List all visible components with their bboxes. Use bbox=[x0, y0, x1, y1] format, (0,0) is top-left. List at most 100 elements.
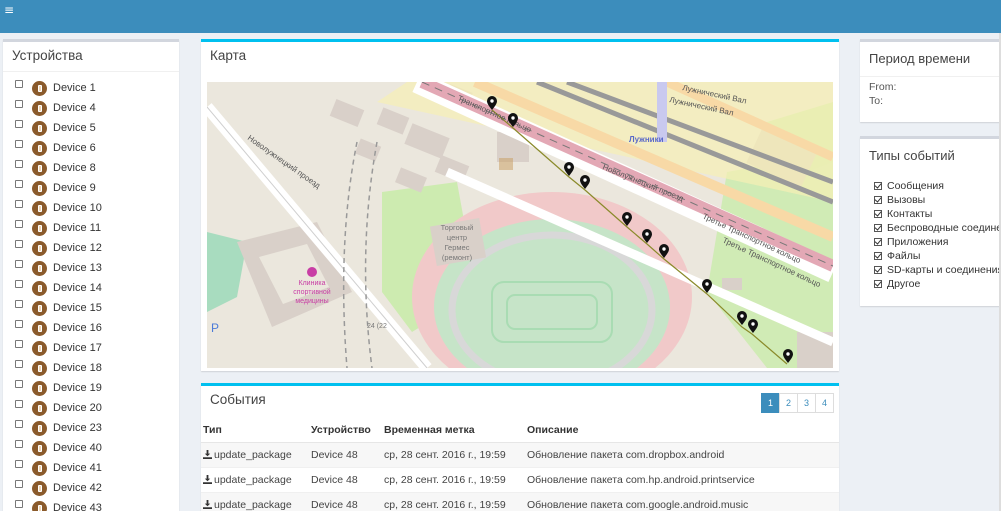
cell-description: Обновление пакета com.google.android.mus… bbox=[525, 492, 839, 511]
device-checkbox[interactable] bbox=[15, 340, 23, 348]
device-item[interactable]: Device 14 bbox=[13, 278, 179, 298]
device-checkbox[interactable] bbox=[15, 200, 23, 208]
checked-checkbox-icon[interactable] bbox=[874, 266, 882, 274]
event-type-item[interactable]: Приложения bbox=[874, 235, 1001, 249]
phone-icon bbox=[32, 160, 47, 176]
device-checkbox[interactable] bbox=[15, 420, 23, 428]
event-type-item[interactable]: Контакты bbox=[874, 207, 1001, 221]
phone-icon bbox=[32, 300, 47, 316]
page-button-2[interactable]: 2 bbox=[779, 393, 798, 413]
device-checkbox[interactable] bbox=[15, 500, 23, 508]
map-view[interactable]: Транспортное кольцо Лужнический Вал Лужн… bbox=[207, 82, 833, 368]
checked-checkbox-icon[interactable] bbox=[874, 224, 882, 232]
event-type-item[interactable]: Беспроводные соединения bbox=[874, 221, 1001, 235]
phone-icon bbox=[32, 500, 47, 511]
page-button-3[interactable]: 3 bbox=[797, 393, 816, 413]
col-type[interactable]: Тип bbox=[201, 419, 309, 443]
map-canvas[interactable]: Транспортное кольцо Лужнический Вал Лужн… bbox=[207, 82, 833, 368]
phone-icon bbox=[32, 260, 47, 276]
device-list: Device 1 Device 4 Device 5 Device 6 Device 8… bbox=[3, 72, 179, 511]
device-label: Device 13 bbox=[53, 262, 102, 274]
device-item[interactable]: Device 20 bbox=[13, 398, 179, 418]
events-panel: События 1234 Тип Устройство Временная ме… bbox=[201, 383, 839, 511]
device-item[interactable]: Device 10 bbox=[13, 198, 179, 218]
device-label: Device 40 bbox=[53, 442, 102, 454]
device-item[interactable]: Device 8 bbox=[13, 158, 179, 178]
device-checkbox[interactable] bbox=[15, 440, 23, 448]
event-type-item[interactable]: Вызовы bbox=[874, 193, 1001, 207]
device-item[interactable]: Device 43 bbox=[13, 498, 179, 511]
event-type-item[interactable]: SD-карты и соединения bbox=[874, 263, 1001, 277]
device-checkbox[interactable] bbox=[15, 220, 23, 228]
device-item[interactable]: Device 12 bbox=[13, 238, 179, 258]
table-row[interactable]: update_package Device 48 ср, 28 сент. 2016… bbox=[201, 467, 839, 493]
page-button-4[interactable]: 4 bbox=[815, 393, 834, 413]
map-label-mall-4: (ремонт) bbox=[442, 253, 473, 262]
device-item[interactable]: Device 9 bbox=[13, 178, 179, 198]
device-checkbox[interactable] bbox=[15, 120, 23, 128]
device-checkbox[interactable] bbox=[15, 380, 23, 388]
phone-icon bbox=[32, 360, 47, 376]
device-checkbox[interactable] bbox=[15, 180, 23, 188]
event-type-label: Приложения bbox=[887, 236, 949, 248]
cell-description: Обновление пакета com.hp.android.printse… bbox=[525, 467, 839, 493]
col-timestamp[interactable]: Временная метка bbox=[382, 419, 525, 443]
device-checkbox[interactable] bbox=[15, 460, 23, 468]
hamburger-icon[interactable]: ≡ bbox=[4, 3, 14, 17]
event-type-label: SD-карты и соединения bbox=[887, 264, 1001, 276]
from-label[interactable]: From: bbox=[860, 77, 1001, 93]
events-table: Тип Устройство Временная метка Описание … bbox=[201, 419, 839, 511]
device-label: Device 19 bbox=[53, 382, 102, 394]
device-checkbox[interactable] bbox=[15, 360, 23, 368]
checked-checkbox-icon[interactable] bbox=[874, 280, 882, 288]
checked-checkbox-icon[interactable] bbox=[874, 238, 882, 246]
device-checkbox[interactable] bbox=[15, 100, 23, 108]
device-item[interactable]: Device 18 bbox=[13, 358, 179, 378]
device-item[interactable]: Device 17 bbox=[13, 338, 179, 358]
event-type-item[interactable]: Файлы bbox=[874, 249, 1001, 263]
to-label[interactable]: To: bbox=[860, 91, 1001, 107]
device-item[interactable]: Device 23 bbox=[13, 418, 179, 438]
device-checkbox[interactable] bbox=[15, 480, 23, 488]
device-item[interactable]: Device 40 bbox=[13, 438, 179, 458]
cell-timestamp: ср, 28 сент. 2016 г., 19:59 bbox=[382, 442, 525, 468]
device-checkbox[interactable] bbox=[15, 140, 23, 148]
device-item[interactable]: Device 5 bbox=[13, 118, 179, 138]
phone-icon bbox=[32, 380, 47, 396]
col-device[interactable]: Устройство bbox=[309, 419, 382, 443]
download-icon bbox=[203, 450, 212, 459]
page-button-1[interactable]: 1 bbox=[761, 393, 780, 413]
map-marker-dot bbox=[786, 352, 790, 356]
device-item[interactable]: Device 1 bbox=[13, 78, 179, 98]
checked-checkbox-icon[interactable] bbox=[874, 196, 882, 204]
device-item[interactable]: Device 42 bbox=[13, 478, 179, 498]
device-label: Device 11 bbox=[53, 222, 102, 234]
table-row[interactable]: update_package Device 48 ср, 28 сент. 2016… bbox=[201, 442, 839, 468]
device-checkbox[interactable] bbox=[15, 160, 23, 168]
device-item[interactable]: Device 41 bbox=[13, 458, 179, 478]
device-item[interactable]: Device 13 bbox=[13, 258, 179, 278]
device-label: Device 14 bbox=[53, 282, 102, 294]
map-marker-dot bbox=[645, 232, 649, 236]
device-checkbox[interactable] bbox=[15, 260, 23, 268]
device-item[interactable]: Device 6 bbox=[13, 138, 179, 158]
checked-checkbox-icon[interactable] bbox=[874, 210, 882, 218]
device-checkbox[interactable] bbox=[15, 400, 23, 408]
event-type-item[interactable]: Сообщения bbox=[874, 179, 1001, 193]
checked-checkbox-icon[interactable] bbox=[874, 182, 882, 190]
col-description[interactable]: Описание bbox=[525, 419, 839, 443]
device-item[interactable]: Device 19 bbox=[13, 378, 179, 398]
checked-checkbox-icon[interactable] bbox=[874, 252, 882, 260]
table-row[interactable]: update_package Device 48 ср, 28 сент. 2016… bbox=[201, 492, 839, 511]
device-item[interactable]: Device 11 bbox=[13, 218, 179, 238]
event-type-item[interactable]: Другое bbox=[874, 277, 1001, 291]
device-checkbox[interactable] bbox=[15, 320, 23, 328]
phone-icon bbox=[32, 140, 47, 156]
device-checkbox[interactable] bbox=[15, 300, 23, 308]
device-item[interactable]: Device 16 bbox=[13, 318, 179, 338]
device-checkbox[interactable] bbox=[15, 240, 23, 248]
device-item[interactable]: Device 15 bbox=[13, 298, 179, 318]
device-item[interactable]: Device 4 bbox=[13, 98, 179, 118]
device-checkbox[interactable] bbox=[15, 280, 23, 288]
device-checkbox[interactable] bbox=[15, 80, 23, 88]
